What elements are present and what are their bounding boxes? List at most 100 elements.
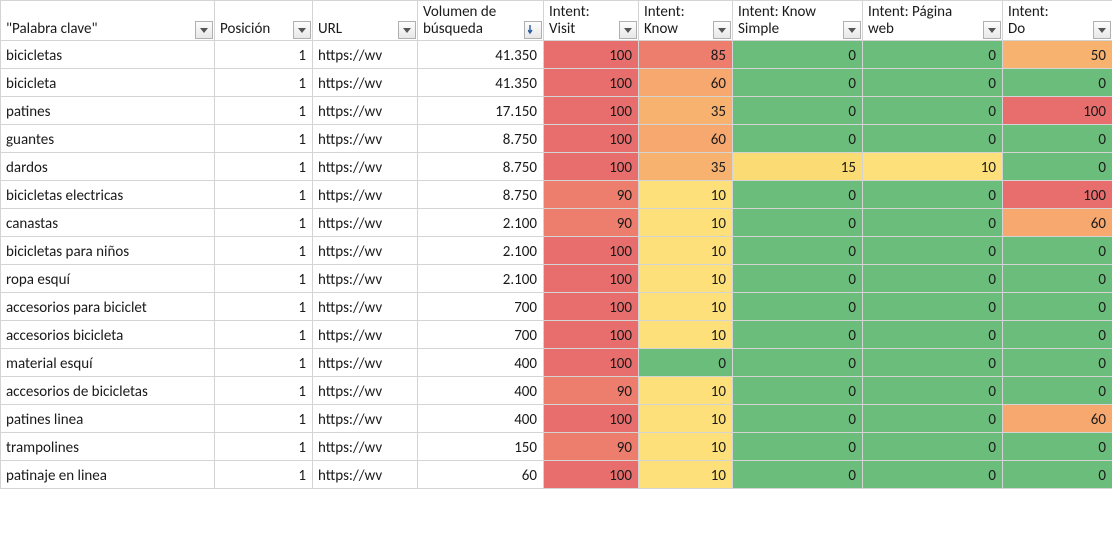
- cell-web[interactable]: 0: [863, 41, 1003, 69]
- cell-web[interactable]: 0: [863, 237, 1003, 265]
- cell-know[interactable]: 10: [639, 433, 733, 461]
- cell[interactable]: https://wv: [313, 321, 418, 349]
- cell[interactable]: https://wv: [313, 153, 418, 181]
- cell[interactable]: 400: [418, 377, 544, 405]
- cell[interactable]: https://wv: [313, 125, 418, 153]
- cell-do[interactable]: 0: [1003, 265, 1112, 293]
- cell[interactable]: 1: [215, 433, 313, 461]
- cell[interactable]: trampolines: [1, 433, 215, 461]
- cell-know[interactable]: 10: [639, 461, 733, 489]
- cell-do[interactable]: 100: [1003, 97, 1112, 125]
- cell-do[interactable]: 0: [1003, 125, 1112, 153]
- cell[interactable]: material esquí: [1, 349, 215, 377]
- cell-knowsimple[interactable]: 0: [733, 209, 863, 237]
- cell-knowsimple[interactable]: 0: [733, 97, 863, 125]
- cell-know[interactable]: 10: [639, 405, 733, 433]
- cell-knowsimple[interactable]: 0: [733, 41, 863, 69]
- table-row[interactable]: patines linea1https://wv400100100060: [1, 405, 1112, 433]
- cell-web[interactable]: 0: [863, 405, 1003, 433]
- cell[interactable]: patines linea: [1, 405, 215, 433]
- header-do[interactable]: Intent:Do: [1003, 1, 1112, 41]
- cell[interactable]: 150: [418, 433, 544, 461]
- cell-web[interactable]: 10: [863, 153, 1003, 181]
- cell-know[interactable]: 10: [639, 293, 733, 321]
- cell[interactable]: https://wv: [313, 181, 418, 209]
- header-volume[interactable]: Volumen debúsqueda: [418, 1, 544, 41]
- cell[interactable]: https://wv: [313, 433, 418, 461]
- table-row[interactable]: trampolines1https://wv1509010000: [1, 433, 1112, 461]
- cell-web[interactable]: 0: [863, 69, 1003, 97]
- cell-know[interactable]: 10: [639, 321, 733, 349]
- table-row[interactable]: bicicletas1https://wv41.350100850050: [1, 41, 1112, 69]
- cell-knowsimple[interactable]: 0: [733, 293, 863, 321]
- cell-visit[interactable]: 100: [544, 405, 639, 433]
- cell-do[interactable]: 0: [1003, 237, 1112, 265]
- table-row[interactable]: ropa esquí1https://wv2.10010010000: [1, 265, 1112, 293]
- cell[interactable]: 60: [418, 461, 544, 489]
- cell-do[interactable]: 0: [1003, 349, 1112, 377]
- cell-know[interactable]: 10: [639, 237, 733, 265]
- table-row[interactable]: accesorios bicicleta1https://wv700100100…: [1, 321, 1112, 349]
- cell-do[interactable]: 0: [1003, 321, 1112, 349]
- filter-dropdown-icon[interactable]: [398, 21, 416, 39]
- filter-dropdown-icon[interactable]: [713, 21, 731, 39]
- cell-visit[interactable]: 100: [544, 97, 639, 125]
- cell[interactable]: bicicleta: [1, 69, 215, 97]
- cell[interactable]: dardos: [1, 153, 215, 181]
- cell-web[interactable]: 0: [863, 293, 1003, 321]
- cell-web[interactable]: 0: [863, 181, 1003, 209]
- table-row[interactable]: bicicleta1https://wv41.35010060000: [1, 69, 1112, 97]
- cell-visit[interactable]: 100: [544, 265, 639, 293]
- cell-do[interactable]: 0: [1003, 461, 1112, 489]
- cell[interactable]: 2.100: [418, 209, 544, 237]
- cell-know[interactable]: 10: [639, 209, 733, 237]
- cell[interactable]: 17.150: [418, 97, 544, 125]
- cell-visit[interactable]: 100: [544, 293, 639, 321]
- cell[interactable]: canastas: [1, 209, 215, 237]
- cell-web[interactable]: 0: [863, 125, 1003, 153]
- cell-visit[interactable]: 100: [544, 153, 639, 181]
- cell[interactable]: accesorios para biciclet: [1, 293, 215, 321]
- cell[interactable]: https://wv: [313, 461, 418, 489]
- cell-do[interactable]: 60: [1003, 405, 1112, 433]
- cell[interactable]: 1: [215, 293, 313, 321]
- cell-visit[interactable]: 100: [544, 461, 639, 489]
- cell-know[interactable]: 60: [639, 125, 733, 153]
- header-web[interactable]: Intent: Páginaweb: [863, 1, 1003, 41]
- cell-web[interactable]: 0: [863, 433, 1003, 461]
- cell-know[interactable]: 35: [639, 153, 733, 181]
- cell-visit[interactable]: 100: [544, 349, 639, 377]
- cell-knowsimple[interactable]: 0: [733, 433, 863, 461]
- cell-knowsimple[interactable]: 0: [733, 125, 863, 153]
- table-row[interactable]: patines1https://wv17.1501003500100: [1, 97, 1112, 125]
- cell[interactable]: 8.750: [418, 181, 544, 209]
- cell-visit[interactable]: 90: [544, 377, 639, 405]
- cell-know[interactable]: 60: [639, 69, 733, 97]
- cell[interactable]: https://wv: [313, 293, 418, 321]
- cell[interactable]: https://wv: [313, 265, 418, 293]
- cell-knowsimple[interactable]: 15: [733, 153, 863, 181]
- cell[interactable]: 1: [215, 97, 313, 125]
- cell-do[interactable]: 0: [1003, 293, 1112, 321]
- cell-know[interactable]: 10: [639, 265, 733, 293]
- table-row[interactable]: accesorios de bicicletas1https://wv40090…: [1, 377, 1112, 405]
- cell-knowsimple[interactable]: 0: [733, 405, 863, 433]
- cell-web[interactable]: 0: [863, 321, 1003, 349]
- cell-visit[interactable]: 100: [544, 321, 639, 349]
- cell-know[interactable]: 85: [639, 41, 733, 69]
- cell-web[interactable]: 0: [863, 349, 1003, 377]
- cell[interactable]: bicicletas para niños: [1, 237, 215, 265]
- cell-visit[interactable]: 90: [544, 209, 639, 237]
- cell[interactable]: 1: [215, 69, 313, 97]
- header-know[interactable]: Intent:Know: [639, 1, 733, 41]
- cell-do[interactable]: 0: [1003, 433, 1112, 461]
- cell-knowsimple[interactable]: 0: [733, 69, 863, 97]
- cell[interactable]: guantes: [1, 125, 215, 153]
- sort-descending-icon[interactable]: [524, 21, 542, 39]
- cell-knowsimple[interactable]: 0: [733, 181, 863, 209]
- cell[interactable]: 2.100: [418, 265, 544, 293]
- cell-knowsimple[interactable]: 0: [733, 461, 863, 489]
- cell[interactable]: accesorios bicicleta: [1, 321, 215, 349]
- cell[interactable]: 1: [215, 237, 313, 265]
- cell-knowsimple[interactable]: 0: [733, 237, 863, 265]
